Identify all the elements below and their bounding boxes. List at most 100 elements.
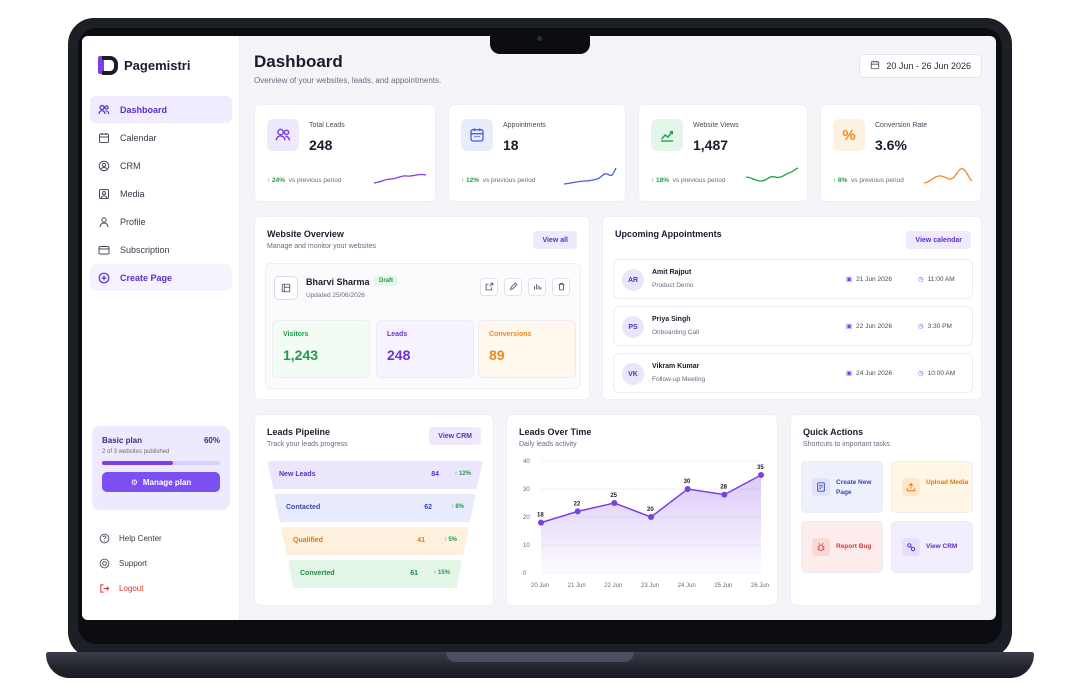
sidebar-item-profile[interactable]: Profile — [90, 208, 232, 235]
pipeline-stage[interactable]: New Leads 84 ↑ 12% — [267, 461, 483, 489]
time-text: 3:30 PM — [927, 322, 952, 330]
view-all-button[interactable]: View all — [533, 231, 577, 249]
app-logo[interactable]: Pagemistri — [98, 56, 190, 75]
open-external-button[interactable] — [480, 278, 498, 296]
metric-conversions: Conversions 89 — [478, 320, 576, 378]
sidebar-item-media[interactable]: Media — [90, 180, 232, 207]
data-label: 22 — [574, 501, 581, 507]
sidebar-item-label: Media — [120, 188, 145, 199]
section-subtitle: Manage and monitor your websites — [267, 243, 376, 250]
stat-card-website-views[interactable]: Website Views 1,487 ↑ 18% vs previous pe… — [638, 104, 808, 202]
calendar-icon — [461, 119, 493, 151]
help-center-link[interactable]: Help Center — [98, 526, 162, 551]
section-title: Upcoming Appointments — [615, 229, 722, 239]
calendar-icon — [98, 132, 110, 144]
analytics-button[interactable] — [528, 278, 546, 296]
stat-note: vs previous period — [851, 177, 904, 184]
plan-progress-bar — [102, 461, 220, 465]
stage-value: 41 — [417, 537, 425, 544]
appointment-name: Amit Rajput — [652, 269, 692, 276]
data-point[interactable] — [648, 514, 654, 520]
quick-actions-card: Quick Actions Shortcuts to important tas… — [790, 414, 982, 606]
data-label: 18 — [537, 513, 544, 519]
view-calendar-button[interactable]: View calendar — [906, 231, 971, 249]
section-subtitle: Shortcuts to important tasks — [803, 441, 890, 448]
data-point[interactable] — [684, 486, 691, 492]
stat-value: 248 — [309, 137, 333, 153]
dashboard-icon — [98, 104, 110, 116]
date-text: 21 Jun 2026 — [856, 275, 892, 283]
edit-button[interactable] — [504, 278, 522, 296]
chart-up-icon — [651, 119, 683, 151]
metric-label: Leads — [387, 331, 408, 338]
bug-icon — [812, 538, 830, 556]
plus-circle-icon — [98, 272, 110, 284]
appointment-name: Vikram Kumar — [652, 363, 700, 370]
time-text: 11:00 AM — [927, 275, 955, 283]
calendar-icon — [870, 60, 880, 72]
metric-label: Conversions — [489, 331, 532, 338]
date-text: 24 Jun 2026 — [856, 369, 892, 377]
support-link[interactable]: Support — [98, 551, 162, 576]
sidebar-item-label: CRM — [120, 160, 141, 171]
action-label: View CRM — [926, 543, 958, 550]
sidebar-item-calendar[interactable]: Calendar — [90, 124, 232, 151]
metric-leads: Leads 248 — [376, 320, 474, 378]
stage-name: Converted — [300, 570, 335, 577]
help-icon — [98, 533, 110, 545]
appointment-item[interactable]: AR Amit Rajput Product Demo ▣ 21 Jun 2026… — [613, 259, 973, 299]
upload-media-action[interactable]: Upload Media — [891, 461, 973, 513]
appointment-item[interactable]: VK Vikram Kumar Follow-up Meeting ▣ 24 Ju… — [613, 353, 973, 393]
data-point[interactable] — [611, 500, 618, 506]
stage-change: ↑ 12% — [454, 471, 471, 477]
stat-card-conversion-rate[interactable]: % Conversion Rate 3.6% ↑ 8% vs previous … — [820, 104, 982, 202]
website-item[interactable]: Bharvi Sharma Draft Updated 25/06/2026 V… — [265, 263, 581, 389]
stat-trend: ↑ 18% vs previous period — [651, 177, 725, 184]
metric-value: 1,243 — [283, 347, 319, 363]
stage-change: ↑ 15% — [433, 570, 450, 576]
delete-button[interactable] — [552, 278, 570, 296]
report-bug-action[interactable]: Report Bug — [801, 521, 883, 573]
view-crm-button[interactable]: View CRM — [429, 427, 481, 445]
sidebar-item-subscription[interactable]: Subscription — [90, 236, 232, 263]
date-range-picker[interactable]: 20 Jun - 26 Jun 2026 — [859, 54, 982, 78]
pipeline-stage[interactable]: Contacted 62 ↑ 8% — [274, 494, 476, 522]
plan-usage-text: 2 of 3 websites published — [102, 449, 170, 455]
sidebar-item-dashboard[interactable]: Dashboard — [90, 96, 232, 123]
stat-card-appointments[interactable]: Appointments 18 ↑ 12% vs previous period — [448, 104, 626, 202]
plan-percent: 60% — [203, 436, 220, 445]
view-crm-action[interactable]: View CRM — [891, 521, 973, 573]
section-title: Quick Actions — [803, 427, 864, 437]
pipeline-stage[interactable]: Qualified 41 ↑ 5% — [281, 527, 469, 555]
x-tick-label: 20 Jun — [531, 583, 549, 589]
plan-progress-fill — [102, 461, 173, 465]
sidebar-item-create-page[interactable]: Create Page — [90, 264, 232, 291]
sidebar-item-crm[interactable]: CRM — [90, 152, 232, 179]
data-point[interactable] — [758, 472, 764, 478]
manage-plan-button[interactable]: ⚙ Manage plan — [102, 472, 220, 492]
media-icon — [98, 188, 110, 200]
data-label: 30 — [684, 479, 691, 485]
data-point[interactable] — [721, 491, 728, 498]
area-fill — [541, 475, 761, 573]
create-new-page-action[interactable]: Create New Page — [801, 461, 883, 513]
stage-name: New Leads — [279, 471, 316, 478]
data-point[interactable] — [538, 519, 544, 526]
x-tick-label: 23 Jun — [641, 583, 659, 589]
leads-over-time-card: Leads Over Time Daily leads activity 0 10… — [506, 414, 778, 606]
stage-name: Qualified — [293, 537, 323, 544]
stat-card-total-leads[interactable]: Total Leads 248 ↑ 24% vs previous period — [254, 104, 436, 202]
action-label: Create New Page — [836, 479, 872, 496]
logout-link[interactable]: Logout — [98, 576, 162, 601]
logout-icon — [98, 583, 110, 595]
pipeline-stage[interactable]: Converted 61 ↑ 15% — [288, 560, 462, 588]
plan-card: Basic plan 60% 2 of 3 websites published… — [92, 426, 230, 510]
stat-label: Appointments — [503, 122, 546, 129]
crm-icon — [98, 160, 110, 172]
help-center-label: Help Center — [119, 534, 162, 543]
subscription-icon — [98, 244, 110, 256]
sidebar-item-label: Subscription — [120, 244, 170, 255]
section-title: Leads Pipeline — [267, 427, 331, 437]
data-point[interactable] — [574, 508, 581, 515]
appointment-item[interactable]: PS Priya Singh Onboarding Call ▣ 22 Jun 2… — [613, 306, 973, 346]
